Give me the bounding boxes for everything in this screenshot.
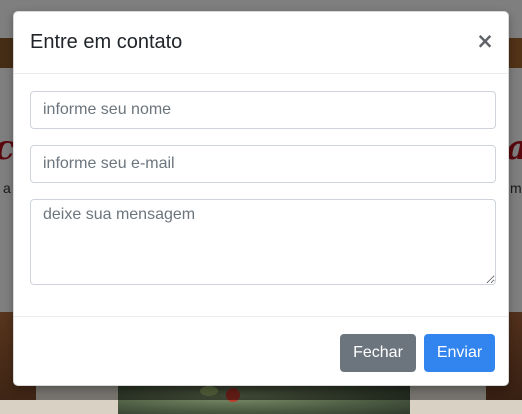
message-textarea[interactable]	[30, 199, 496, 285]
modal-header: Entre em contato ×	[14, 12, 508, 74]
send-button[interactable]: Enviar	[424, 334, 495, 372]
contact-modal: Entre em contato × Fechar Enviar	[13, 11, 509, 386]
modal-title: Entre em contato	[30, 31, 183, 53]
name-input[interactable]	[30, 91, 496, 129]
email-input[interactable]	[30, 145, 496, 183]
modal-body	[14, 74, 508, 318]
modal-footer: Fechar Enviar	[14, 316, 508, 385]
close-button[interactable]: Fechar	[340, 334, 416, 372]
close-icon[interactable]: ×	[476, 29, 494, 53]
